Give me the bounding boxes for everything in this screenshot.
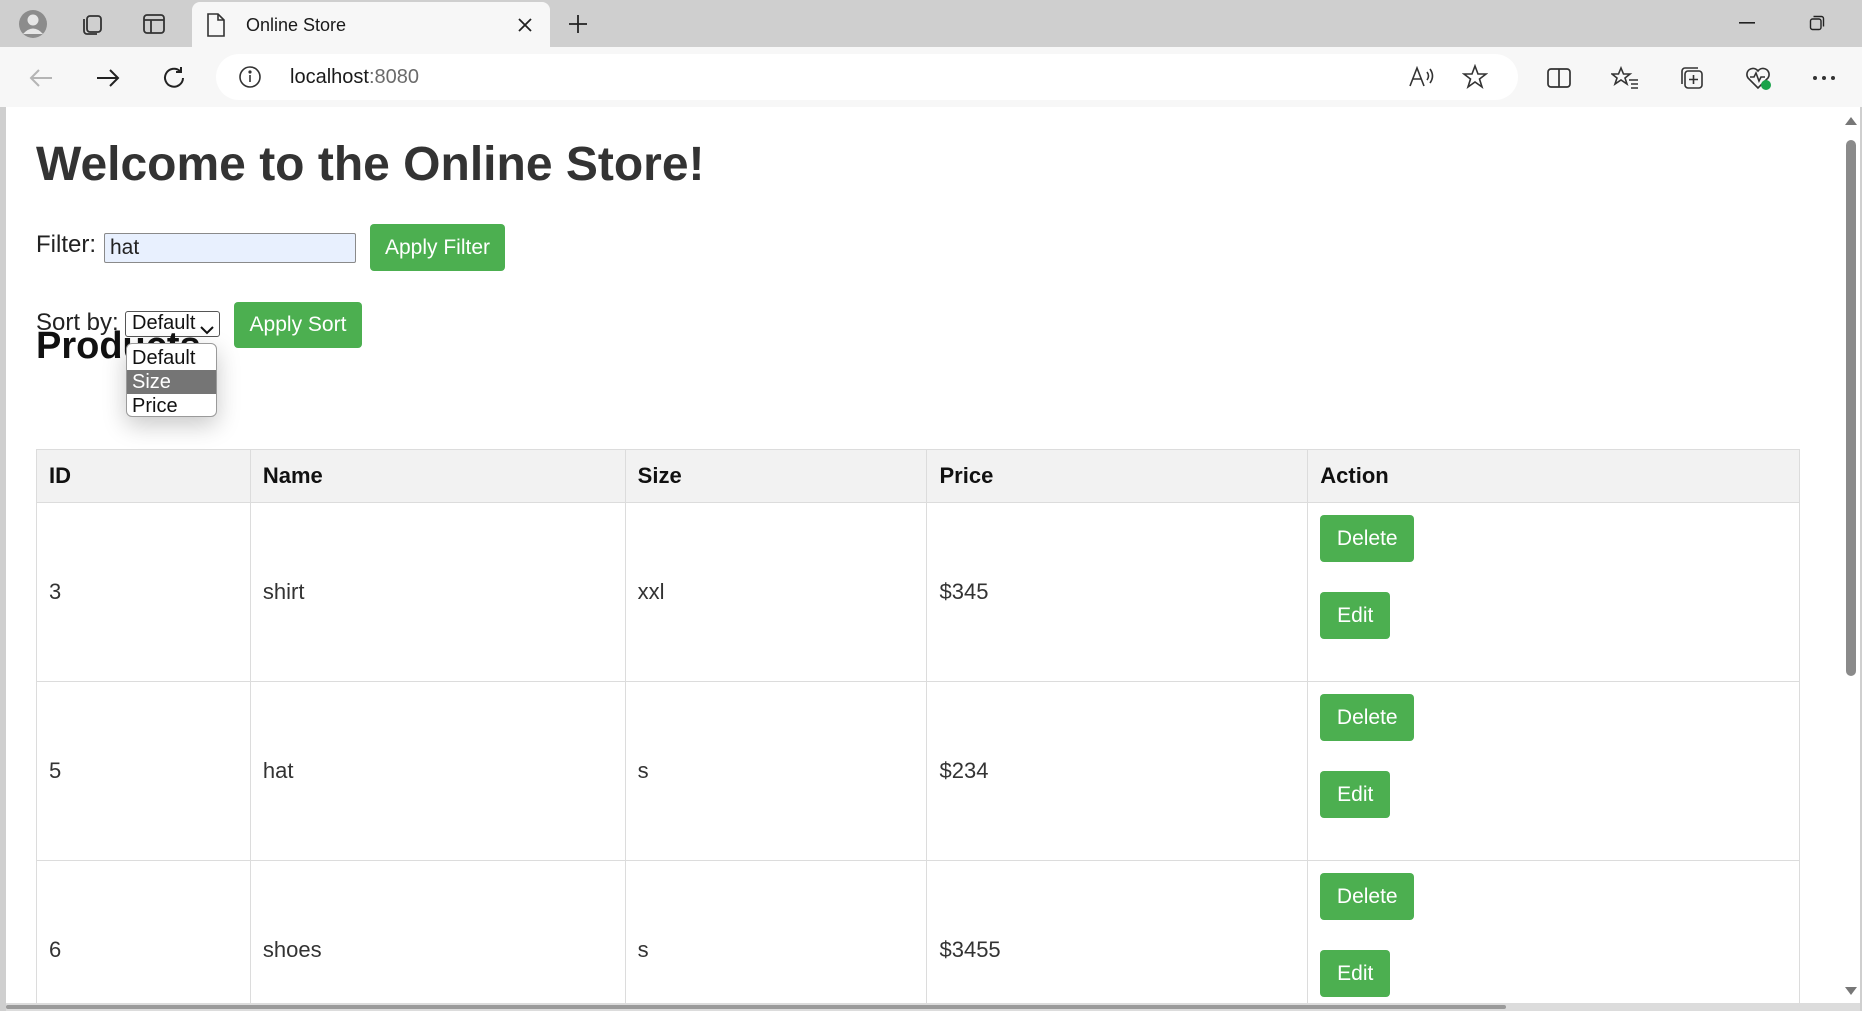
close-tab-icon[interactable] [510, 10, 540, 40]
cell-id: 6 [36, 860, 251, 1003]
browser-tab-active[interactable]: Online Store [192, 2, 550, 48]
chevron-down-icon [200, 318, 214, 341]
filter-label: Filter: [36, 231, 96, 258]
page-title: Welcome to the Online Store! [36, 138, 705, 191]
table-row: 3 shirt xxl $345 Delete Edit [36, 502, 1800, 682]
cell-name: shirt [249, 502, 626, 682]
cell-action: Delete Edit [1307, 502, 1800, 682]
reload-icon[interactable] [156, 60, 192, 96]
page-viewport: Welcome to the Online Store! Filter: App… [6, 107, 1860, 1003]
split-screen-icon[interactable] [1541, 60, 1577, 96]
url-host: localhost [290, 66, 369, 88]
cell-price: $234 [926, 681, 1309, 861]
edit-button[interactable]: Edit [1320, 950, 1391, 997]
cell-price: $345 [926, 502, 1309, 682]
horizontal-scrollbar-thumb[interactable] [6, 1005, 1506, 1009]
profile-avatar-icon[interactable] [17, 8, 49, 40]
column-header-name: Name [249, 449, 626, 503]
favorite-star-icon[interactable] [1460, 62, 1490, 92]
delete-button[interactable]: Delete [1320, 873, 1415, 920]
page-document-icon [206, 12, 226, 43]
column-header-price: Price [926, 449, 1309, 503]
cell-price: $3455 [926, 860, 1309, 1003]
apply-sort-button[interactable]: Apply Sort [234, 302, 362, 348]
workspaces-icon[interactable] [76, 8, 108, 40]
new-tab-plus-icon[interactable] [562, 8, 594, 40]
address-bar[interactable]: localhost:8080 [216, 54, 1518, 100]
edit-button[interactable]: Edit [1320, 592, 1391, 639]
scroll-down-arrow-icon[interactable] [1844, 983, 1858, 1001]
collections-icon[interactable] [1674, 60, 1710, 96]
scroll-up-arrow-icon[interactable] [1844, 113, 1858, 131]
site-info-icon[interactable] [238, 65, 262, 94]
edit-button[interactable]: Edit [1320, 771, 1391, 818]
cell-size: xxl [624, 502, 928, 682]
minimize-window-icon[interactable] [1724, 6, 1770, 40]
table-row: 6 shoes s $3455 Delete Edit [36, 860, 1800, 1003]
vertical-tabs-icon[interactable] [138, 8, 170, 40]
cell-action: Delete Edit [1307, 681, 1800, 861]
cell-id: 5 [36, 681, 251, 861]
forward-arrow-icon[interactable] [90, 60, 126, 96]
table-header-row: ID Name Size Price Action [36, 449, 1800, 503]
horizontal-scrollbar[interactable] [6, 1003, 1860, 1011]
more-options-ellipsis-icon[interactable] [1806, 60, 1842, 96]
address-url[interactable]: localhost:8080 [290, 66, 419, 89]
browser-toolbar: localhost:8080 [0, 47, 1862, 107]
delete-button[interactable]: Delete [1320, 694, 1415, 741]
url-port: :8080 [368, 66, 419, 88]
products-table: ID Name Size Price Action 3 shirt xxl $3… [36, 449, 1800, 1003]
favorites-list-icon[interactable] [1607, 60, 1643, 96]
cell-name: hat [249, 681, 626, 861]
restore-window-icon[interactable] [1794, 6, 1840, 40]
read-aloud-icon[interactable] [1406, 62, 1436, 92]
tab-title: Online Store [246, 15, 347, 35]
filter-input[interactable] [104, 233, 356, 263]
cell-size: s [624, 860, 928, 1003]
cell-size: s [624, 681, 928, 861]
cell-id: 3 [36, 502, 251, 682]
sort-option-price[interactable]: Price [127, 394, 216, 418]
column-header-action: Action [1307, 449, 1800, 503]
cell-action: Delete Edit [1307, 860, 1800, 1003]
back-arrow-icon[interactable] [23, 60, 59, 96]
column-header-size: Size [624, 449, 928, 503]
sort-options-dropdown: Default Size Price [126, 343, 217, 417]
table-row: 5 hat s $234 Delete Edit [36, 681, 1800, 861]
browser-tab-strip: Online Store [0, 0, 1862, 48]
delete-button[interactable]: Delete [1320, 515, 1415, 562]
cell-name: shoes [249, 860, 626, 1003]
apply-filter-button[interactable]: Apply Filter [370, 224, 505, 271]
sort-option-size[interactable]: Size [127, 370, 216, 394]
browser-essentials-icon[interactable] [1740, 60, 1776, 96]
column-header-id: ID [36, 449, 251, 503]
sort-option-default[interactable]: Default [127, 346, 216, 370]
vertical-scrollbar-thumb[interactable] [1846, 140, 1856, 676]
vertical-scrollbar[interactable] [1840, 107, 1860, 1003]
